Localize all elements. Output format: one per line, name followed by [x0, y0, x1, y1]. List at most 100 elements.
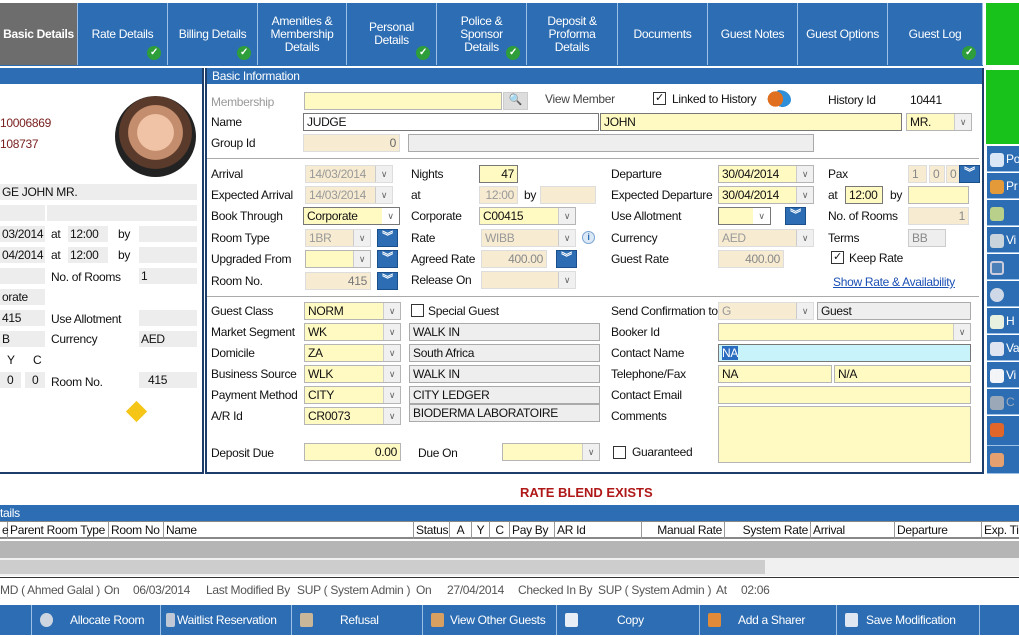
side-button-post[interactable]: Po [987, 146, 1019, 172]
column-header[interactable]: Room No [109, 522, 164, 539]
due-on-select[interactable]: ∨ [502, 443, 600, 461]
view-other-guests-button[interactable]: View Other Guests [423, 605, 557, 635]
column-header[interactable]: Arrival [811, 522, 895, 539]
departure-by-input[interactable] [908, 186, 969, 204]
column-header[interactable]: Pay By [510, 522, 555, 539]
allotment-expand-button[interactable]: ︾ [785, 207, 806, 225]
column-header[interactable]: System Rate [725, 522, 811, 539]
column-header[interactable]: Status [414, 522, 450, 539]
release-on-select[interactable]: ∨ [481, 271, 576, 289]
membership-input[interactable] [304, 92, 502, 110]
side-button-history[interactable]: H [987, 308, 1019, 334]
book-through-select[interactable]: Corporate ∨ [303, 207, 400, 225]
rate-select[interactable]: WIBB ∨ [481, 229, 576, 247]
column-header[interactable]: Manual Rate [642, 522, 725, 539]
domicile-select[interactable]: ZA ∨ [304, 344, 401, 362]
action-button-blank[interactable] [0, 605, 32, 635]
tab-police-sponsor[interactable]: Police & Sponsor Details ✓ [437, 3, 527, 65]
side-button-monitor[interactable] [987, 254, 1019, 280]
guest-class-select[interactable]: NORM ∨ [304, 302, 401, 320]
departure-time-input[interactable]: 12:00 [845, 186, 883, 204]
arrival-time-input[interactable]: 12:00 [479, 186, 518, 204]
side-button-disabled[interactable]: C [987, 389, 1019, 415]
room-no-input[interactable]: 415 [305, 272, 371, 290]
last-name-input[interactable]: JUDGE [303, 113, 599, 131]
arrival-by-input[interactable] [540, 186, 596, 204]
payment-method-select[interactable]: CITY ∨ [304, 386, 401, 404]
horizontal-scrollbar[interactable] [0, 558, 1019, 576]
pax-expand-button[interactable]: ︾ [959, 165, 980, 183]
room-no-expand-button[interactable]: ︾ [377, 272, 398, 290]
column-header[interactable]: e [0, 522, 9, 539]
send-confirmation-select[interactable]: G ∨ [718, 302, 814, 320]
title-select[interactable]: MR. ∨ [906, 113, 972, 131]
corporate-select[interactable]: C00415 ∨ [479, 207, 576, 225]
comments-textarea[interactable] [718, 406, 971, 463]
booker-id-select[interactable]: ∨ [718, 323, 971, 341]
column-header[interactable]: Y [472, 522, 490, 539]
guaranteed-checkbox[interactable] [613, 446, 626, 459]
tab-personal-details[interactable]: Personal Details ✓ [347, 3, 437, 65]
expected-arrival-date[interactable]: 14/03/2014 ∨ [305, 186, 393, 204]
column-header[interactable]: Exp. Ti [982, 522, 1019, 539]
side-button-validate[interactable]: Va [987, 335, 1019, 361]
arrival-date[interactable]: 14/03/2014 ∨ [305, 165, 393, 183]
tab-documents[interactable]: Documents [618, 3, 708, 65]
column-header[interactable]: Parent Room Type [8, 522, 109, 539]
search-icon[interactable]: 🔍 [503, 92, 528, 110]
telephone-input[interactable]: NA [718, 365, 832, 383]
details-table-row[interactable] [0, 541, 1019, 558]
room-type-expand-button[interactable]: ︾ [377, 229, 398, 247]
pax-adults[interactable]: 1 [908, 165, 927, 183]
deposit-due-input[interactable]: 0.00 [304, 443, 401, 461]
column-header[interactable]: Name [164, 522, 414, 539]
currency-select[interactable]: AED ∨ [718, 229, 814, 247]
allocate-room-button[interactable]: Allocate Room [32, 605, 161, 635]
linked-to-history-checkbox[interactable]: ✓ [653, 92, 666, 105]
column-header[interactable]: C [490, 522, 510, 539]
tab-amenities[interactable]: Amenities & Membership Details [258, 3, 347, 65]
room-type-select[interactable]: 1BR ∨ [305, 229, 371, 247]
expected-departure-date[interactable]: 30/04/2014 ∨ [718, 186, 814, 204]
use-allotment-select[interactable]: ∨ [718, 207, 771, 225]
agreed-rate-input[interactable]: 400.00 [481, 250, 547, 268]
departure-date[interactable]: 30/04/2014 ∨ [718, 165, 814, 183]
refusal-button[interactable]: Refusal [292, 605, 423, 635]
contact-name-input[interactable]: NA [718, 344, 971, 362]
column-header[interactable]: Departure [895, 522, 982, 539]
add-sharer-button[interactable]: Add a Sharer [700, 605, 837, 635]
side-button-add-guest[interactable] [987, 200, 1019, 226]
view-member-link[interactable]: View Member [545, 92, 615, 106]
side-button-view[interactable]: Vi [987, 227, 1019, 253]
column-header[interactable]: AR Id [555, 522, 642, 539]
agreed-rate-expand-button[interactable]: ︾ [556, 250, 577, 268]
guest-rate-input[interactable]: 400.00 [718, 250, 784, 268]
market-segment-select[interactable]: WK ∨ [304, 323, 401, 341]
contact-email-input[interactable] [718, 386, 971, 404]
info-icon[interactable]: i [582, 231, 595, 244]
copy-button[interactable]: Copy [557, 605, 700, 635]
upgraded-from-select[interactable]: ∨ [305, 250, 371, 268]
rooms-input[interactable]: 1 [908, 207, 969, 225]
side-button-view-doc[interactable]: Vi [987, 362, 1019, 388]
tab-guest-options[interactable]: Guest Options [798, 3, 888, 65]
side-button-search-guest[interactable] [987, 446, 1019, 474]
group-id-input[interactable]: 0 [303, 134, 400, 152]
ar-id-select[interactable]: CR0073 ∨ [304, 407, 401, 425]
side-button-chat[interactable] [987, 281, 1019, 307]
tab-rate-details[interactable]: Rate Details ✓ [78, 3, 168, 65]
column-header[interactable]: A [450, 522, 472, 539]
scrollbar-thumb[interactable] [0, 560, 765, 574]
show-rate-availability-link[interactable]: Show Rate & Availability [833, 275, 955, 289]
business-source-select[interactable]: WLK ∨ [304, 365, 401, 383]
save-modification-button[interactable]: Save Modification [837, 605, 980, 635]
history-profile-icon[interactable] [767, 90, 791, 110]
pax-youth[interactable]: 0 [929, 165, 945, 183]
tab-basic-details[interactable]: Basic Details [0, 3, 78, 65]
tab-guest-notes[interactable]: Guest Notes [708, 3, 798, 65]
side-button-profile[interactable]: Pr [987, 173, 1019, 199]
tab-billing-details[interactable]: Billing Details ✓ [168, 3, 258, 65]
tab-deposit-proforma[interactable]: Deposit & Proforma Details [527, 3, 618, 65]
tab-guest-log[interactable]: Guest Log ✓ [888, 3, 983, 65]
first-name-input[interactable]: JOHN [600, 113, 902, 131]
